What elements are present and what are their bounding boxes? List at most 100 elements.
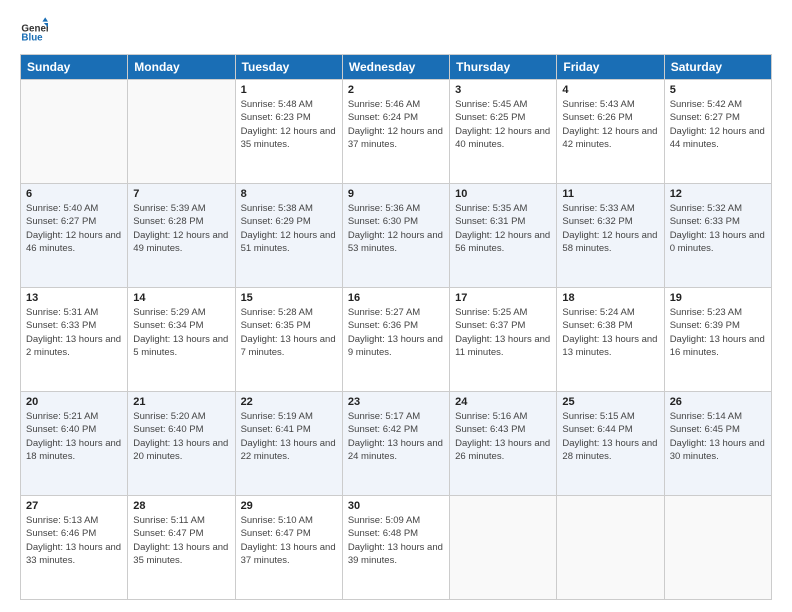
day-number: 2 xyxy=(348,84,444,96)
day-number: 14 xyxy=(133,292,229,304)
day-number: 11 xyxy=(562,188,658,200)
calendar-cell xyxy=(128,80,235,184)
day-number: 23 xyxy=(348,396,444,408)
calendar-header-monday: Monday xyxy=(128,55,235,80)
calendar-cell: 2 Sunrise: 5:46 AM Sunset: 6:24 PM Daylig… xyxy=(342,80,449,184)
calendar-cell: 11Sunrise: 5:33 AM Sunset: 6:32 PM Dayli… xyxy=(557,184,664,288)
calendar-cell: 23Sunrise: 5:17 AM Sunset: 6:42 PM Dayli… xyxy=(342,392,449,496)
calendar-cell: 13 Sunrise: 5:31 AM Sunset: 6:33 PM Dayli… xyxy=(21,288,128,392)
calendar-table: SundayMondayTuesdayWednesdayThursdayFrid… xyxy=(20,54,772,600)
day-number: 17 xyxy=(455,292,551,304)
calendar-cell: 30 Sunrise: 5:09 AM Sunset: 6:48 PM Dayli… xyxy=(342,496,449,600)
day-info: Sunrise: 5:45 AM Sunset: 6:25 PM Dayligh… xyxy=(455,98,551,151)
day-info: Sunrise: 5:25 AM Sunset: 6:37 PM Dayligh… xyxy=(455,306,551,359)
day-info: Sunrise: 5:39 AM Sunset: 6:28 PM Dayligh… xyxy=(133,202,229,255)
day-info: Sunrise: 5:38 AM Sunset: 6:29 PM Dayligh… xyxy=(241,202,337,255)
day-info: Sunrise: 5:31 AM Sunset: 6:33 PM Dayligh… xyxy=(26,306,122,359)
day-info: Sunrise: 5:42 AM Sunset: 6:27 PM Dayligh… xyxy=(670,98,766,151)
calendar-cell: 18 Sunrise: 5:24 AM Sunset: 6:38 PM Dayli… xyxy=(557,288,664,392)
day-info: Sunrise: 5:48 AM Sunset: 6:23 PM Dayligh… xyxy=(241,98,337,151)
calendar-cell: 7 Sunrise: 5:39 AM Sunset: 6:28 PM Daylig… xyxy=(128,184,235,288)
day-number: 24 xyxy=(455,396,551,408)
day-number: 7 xyxy=(133,188,229,200)
calendar-cell: 17 Sunrise: 5:25 AM Sunset: 6:37 PM Dayli… xyxy=(450,288,557,392)
day-number: 9 xyxy=(348,188,444,200)
day-info: Sunrise: 5:14 AM Sunset: 6:45 PM Dayligh… xyxy=(670,410,766,463)
day-number: 22 xyxy=(241,396,337,408)
day-info: Sunrise: 5:20 AM Sunset: 6:40 PM Dayligh… xyxy=(133,410,229,463)
calendar-header-wednesday: Wednesday xyxy=(342,55,449,80)
calendar-header-saturday: Saturday xyxy=(664,55,771,80)
calendar-cell: 29 Sunrise: 5:10 AM Sunset: 6:47 PM Dayli… xyxy=(235,496,342,600)
day-info: Sunrise: 5:16 AM Sunset: 6:43 PM Dayligh… xyxy=(455,410,551,463)
calendar-cell: 3 Sunrise: 5:45 AM Sunset: 6:25 PM Daylig… xyxy=(450,80,557,184)
day-number: 4 xyxy=(562,84,658,96)
day-info: Sunrise: 5:13 AM Sunset: 6:46 PM Dayligh… xyxy=(26,514,122,567)
day-info: Sunrise: 5:24 AM Sunset: 6:38 PM Dayligh… xyxy=(562,306,658,359)
calendar-week-row: 27Sunrise: 5:13 AM Sunset: 6:46 PM Dayli… xyxy=(21,496,772,600)
calendar-cell: 25Sunrise: 5:15 AM Sunset: 6:44 PM Dayli… xyxy=(557,392,664,496)
day-info: Sunrise: 5:40 AM Sunset: 6:27 PM Dayligh… xyxy=(26,202,122,255)
calendar-cell: 6 Sunrise: 5:40 AM Sunset: 6:27 PM Daylig… xyxy=(21,184,128,288)
day-number: 3 xyxy=(455,84,551,96)
day-number: 18 xyxy=(562,292,658,304)
day-number: 5 xyxy=(670,84,766,96)
calendar-cell: 21 Sunrise: 5:20 AM Sunset: 6:40 PM Dayli… xyxy=(128,392,235,496)
day-number: 13 xyxy=(26,292,122,304)
calendar-header-sunday: Sunday xyxy=(21,55,128,80)
calendar-header-thursday: Thursday xyxy=(450,55,557,80)
page-header: General Blue xyxy=(20,16,772,44)
day-info: Sunrise: 5:36 AM Sunset: 6:30 PM Dayligh… xyxy=(348,202,444,255)
logo: General Blue xyxy=(20,16,48,44)
calendar-cell: 12Sunrise: 5:32 AM Sunset: 6:33 PM Dayli… xyxy=(664,184,771,288)
day-number: 8 xyxy=(241,188,337,200)
day-number: 1 xyxy=(241,84,337,96)
day-number: 19 xyxy=(670,292,766,304)
day-number: 10 xyxy=(455,188,551,200)
calendar-cell: 19 Sunrise: 5:23 AM Sunset: 6:39 PM Dayli… xyxy=(664,288,771,392)
calendar-cell xyxy=(450,496,557,600)
svg-text:Blue: Blue xyxy=(21,33,43,44)
day-info: Sunrise: 5:28 AM Sunset: 6:35 PM Dayligh… xyxy=(241,306,337,359)
day-info: Sunrise: 5:29 AM Sunset: 6:34 PM Dayligh… xyxy=(133,306,229,359)
calendar-cell: 14 Sunrise: 5:29 AM Sunset: 6:34 PM Dayli… xyxy=(128,288,235,392)
calendar-cell: 28 Sunrise: 5:11 AM Sunset: 6:47 PM Dayli… xyxy=(128,496,235,600)
day-number: 30 xyxy=(348,500,444,512)
day-number: 29 xyxy=(241,500,337,512)
day-info: Sunrise: 5:21 AM Sunset: 6:40 PM Dayligh… xyxy=(26,410,122,463)
calendar-cell: 26 Sunrise: 5:14 AM Sunset: 6:45 PM Dayli… xyxy=(664,392,771,496)
calendar-cell: 10 Sunrise: 5:35 AM Sunset: 6:31 PM Dayli… xyxy=(450,184,557,288)
calendar-header-tuesday: Tuesday xyxy=(235,55,342,80)
day-number: 15 xyxy=(241,292,337,304)
day-number: 21 xyxy=(133,396,229,408)
day-number: 12 xyxy=(670,188,766,200)
day-info: Sunrise: 5:46 AM Sunset: 6:24 PM Dayligh… xyxy=(348,98,444,151)
day-info: Sunrise: 5:43 AM Sunset: 6:26 PM Dayligh… xyxy=(562,98,658,151)
day-info: Sunrise: 5:11 AM Sunset: 6:47 PM Dayligh… xyxy=(133,514,229,567)
calendar-header-row: SundayMondayTuesdayWednesdayThursdayFrid… xyxy=(21,55,772,80)
day-number: 6 xyxy=(26,188,122,200)
calendar-cell xyxy=(21,80,128,184)
calendar-cell xyxy=(664,496,771,600)
calendar-header-friday: Friday xyxy=(557,55,664,80)
day-number: 28 xyxy=(133,500,229,512)
calendar-week-row: 13 Sunrise: 5:31 AM Sunset: 6:33 PM Dayli… xyxy=(21,288,772,392)
calendar-cell: 1 Sunrise: 5:48 AM Sunset: 6:23 PM Daylig… xyxy=(235,80,342,184)
day-number: 20 xyxy=(26,396,122,408)
calendar-cell: 22Sunrise: 5:19 AM Sunset: 6:41 PM Dayli… xyxy=(235,392,342,496)
calendar-cell: 15 Sunrise: 5:28 AM Sunset: 6:35 PM Dayli… xyxy=(235,288,342,392)
calendar-cell: 27Sunrise: 5:13 AM Sunset: 6:46 PM Dayli… xyxy=(21,496,128,600)
logo-icon: General Blue xyxy=(20,16,48,44)
calendar-week-row: 6 Sunrise: 5:40 AM Sunset: 6:27 PM Daylig… xyxy=(21,184,772,288)
calendar-cell: 8 Sunrise: 5:38 AM Sunset: 6:29 PM Daylig… xyxy=(235,184,342,288)
day-info: Sunrise: 5:10 AM Sunset: 6:47 PM Dayligh… xyxy=(241,514,337,567)
calendar-cell: 5 Sunrise: 5:42 AM Sunset: 6:27 PM Daylig… xyxy=(664,80,771,184)
day-info: Sunrise: 5:09 AM Sunset: 6:48 PM Dayligh… xyxy=(348,514,444,567)
day-info: Sunrise: 5:23 AM Sunset: 6:39 PM Dayligh… xyxy=(670,306,766,359)
calendar-cell: 24 Sunrise: 5:16 AM Sunset: 6:43 PM Dayli… xyxy=(450,392,557,496)
day-info: Sunrise: 5:15 AM Sunset: 6:44 PM Dayligh… xyxy=(562,410,658,463)
day-info: Sunrise: 5:35 AM Sunset: 6:31 PM Dayligh… xyxy=(455,202,551,255)
calendar-week-row: 1 Sunrise: 5:48 AM Sunset: 6:23 PM Daylig… xyxy=(21,80,772,184)
day-number: 26 xyxy=(670,396,766,408)
calendar-cell: 9 Sunrise: 5:36 AM Sunset: 6:30 PM Daylig… xyxy=(342,184,449,288)
